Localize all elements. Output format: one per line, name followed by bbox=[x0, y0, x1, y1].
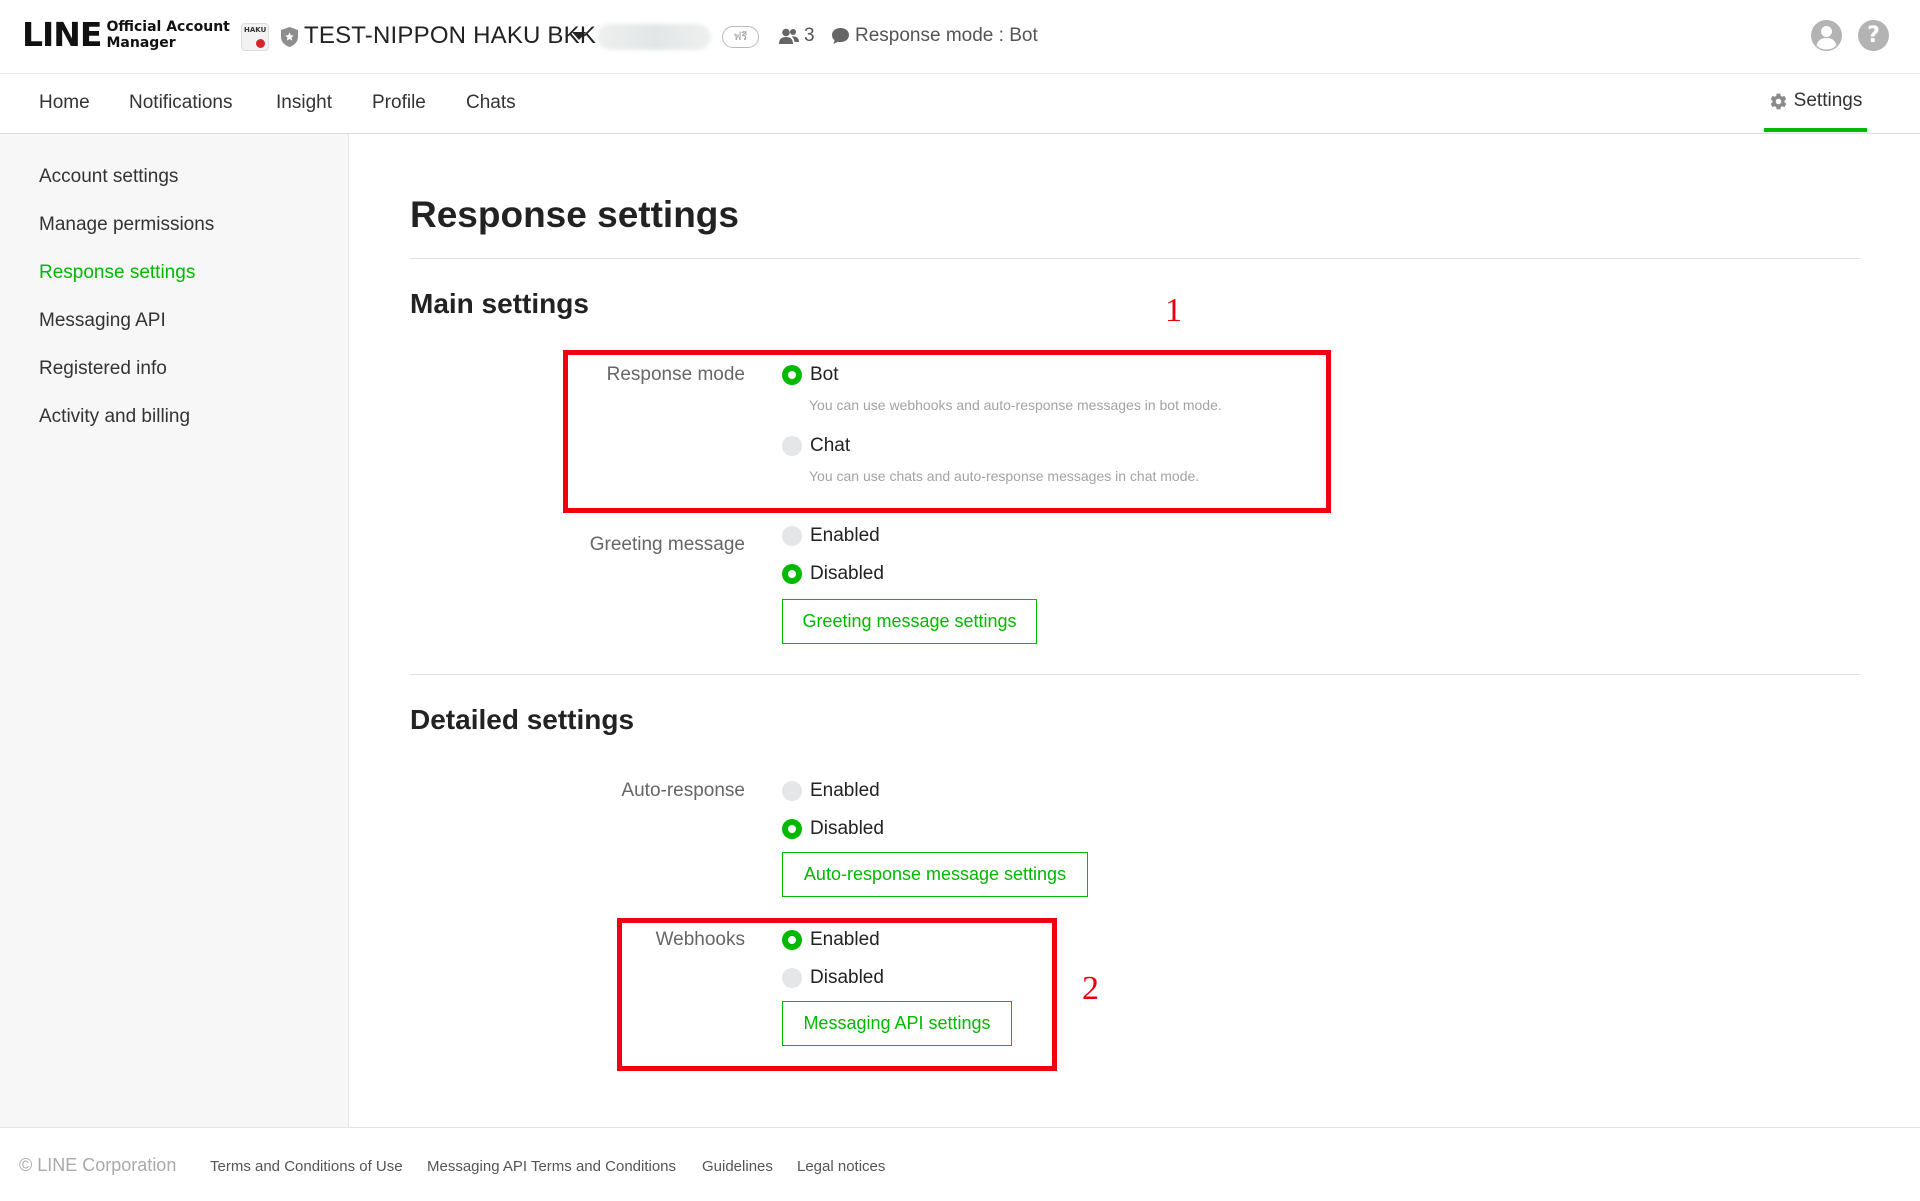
greeting-message-settings-button[interactable]: Greeting message settings bbox=[782, 599, 1037, 644]
response-mode-text: Response mode : Bot bbox=[855, 25, 1038, 46]
account-avatar-dot bbox=[256, 39, 265, 48]
gear-icon bbox=[1770, 93, 1786, 109]
annotation-box-1 bbox=[563, 350, 1331, 513]
copyright-text: © LINE Corporation bbox=[19, 1155, 177, 1175]
tab-profile[interactable]: Profile bbox=[372, 92, 426, 114]
radio-selected[interactable] bbox=[782, 819, 802, 839]
auto-response-disabled-label: Disabled bbox=[810, 818, 884, 839]
logo-subtitle-line-1: Official Account bbox=[106, 18, 230, 35]
auto-response-enabled-label: Enabled bbox=[810, 780, 880, 801]
radio-unselected[interactable] bbox=[782, 781, 802, 801]
page-title: Response settings bbox=[410, 194, 739, 235]
main-settings-title: Main settings bbox=[410, 288, 589, 319]
auto-response-disabled-option[interactable]: Disabled bbox=[782, 818, 884, 840]
response-mode-indicator[interactable]: Response mode : Bot bbox=[831, 25, 1038, 47]
sidebar-item-manage-permissions[interactable]: Manage permissions bbox=[39, 214, 214, 236]
tab-settings[interactable]: Settings bbox=[1764, 74, 1867, 132]
greeting-enabled-label: Enabled bbox=[810, 525, 880, 546]
account-avatar-text: HAKU bbox=[244, 26, 267, 34]
friends-icon bbox=[779, 28, 799, 44]
auto-response-enabled-option[interactable]: Enabled bbox=[782, 780, 880, 802]
user-account-icon[interactable] bbox=[1811, 20, 1842, 51]
tab-home[interactable]: Home bbox=[39, 92, 90, 114]
plan-badge: ฟรี bbox=[722, 26, 759, 48]
friends-count-value: 3 bbox=[804, 25, 815, 46]
footer-link-guidelines[interactable]: Guidelines bbox=[702, 1158, 773, 1175]
greeting-message-label: Greeting message bbox=[589, 534, 745, 555]
greeting-disabled-option[interactable]: Disabled bbox=[782, 563, 884, 585]
account-id-blurred bbox=[597, 24, 711, 50]
settings-sidebar: Account settings Manage permissions Resp… bbox=[0, 134, 349, 1127]
title-divider bbox=[410, 258, 1860, 259]
auto-response-message-settings-button[interactable]: Auto-response message settings bbox=[782, 852, 1088, 897]
sidebar-item-registered-info[interactable]: Registered info bbox=[39, 358, 167, 380]
footer-link-legal-notices[interactable]: Legal notices bbox=[797, 1158, 885, 1175]
footer-link-messaging-api-terms[interactable]: Messaging API Terms and Conditions bbox=[427, 1158, 676, 1175]
caret-down-icon[interactable] bbox=[572, 32, 586, 40]
greeting-enabled-option[interactable]: Enabled bbox=[782, 525, 880, 547]
logo-subtitle: Official Account Manager bbox=[106, 19, 229, 51]
account-avatar[interactable]: HAKU bbox=[241, 23, 269, 51]
friends-count[interactable]: 3 bbox=[779, 25, 815, 47]
annotation-box-2 bbox=[617, 918, 1057, 1071]
account-name[interactable]: TEST-NIPPON HAKU BKK bbox=[304, 22, 596, 50]
sidebar-item-response-settings[interactable]: Response settings bbox=[39, 262, 195, 284]
page-footer: © LINE Corporation Terms and Conditions … bbox=[0, 1127, 1920, 1201]
sidebar-item-account-settings[interactable]: Account settings bbox=[39, 166, 178, 188]
chat-bubble-icon bbox=[832, 28, 849, 44]
tab-settings-label: Settings bbox=[1793, 90, 1863, 111]
sidebar-item-messaging-api[interactable]: Messaging API bbox=[39, 310, 166, 332]
footer-link-terms[interactable]: Terms and Conditions of Use bbox=[210, 1158, 403, 1175]
detailed-settings-title: Detailed settings bbox=[410, 704, 635, 735]
line-oa-logo[interactable]: LINE Official Account Manager bbox=[22, 18, 230, 51]
annotation-number-2: 2 bbox=[1082, 970, 1099, 1007]
sidebar-item-activity-billing[interactable]: Activity and billing bbox=[39, 406, 190, 428]
main-nav: Home Notifications Insight Profile Chats… bbox=[0, 74, 1920, 134]
logo-subtitle-line-2: Manager bbox=[106, 34, 176, 51]
tab-notifications[interactable]: Notifications bbox=[129, 92, 233, 114]
help-icon[interactable]: ? bbox=[1858, 20, 1889, 51]
shield-icon bbox=[281, 27, 298, 47]
section-divider bbox=[410, 674, 1860, 675]
greeting-disabled-label: Disabled bbox=[810, 563, 884, 584]
logo-wordmark: LINE bbox=[22, 15, 102, 54]
top-header: LINE Official Account Manager HAKU TEST-… bbox=[0, 0, 1920, 74]
annotation-number-1: 1 bbox=[1165, 292, 1182, 329]
radio-unselected[interactable] bbox=[782, 526, 802, 546]
auto-response-label: Auto-response bbox=[621, 780, 745, 801]
tab-chats[interactable]: Chats bbox=[466, 92, 516, 114]
radio-selected[interactable] bbox=[782, 564, 802, 584]
tab-insight[interactable]: Insight bbox=[276, 92, 332, 114]
